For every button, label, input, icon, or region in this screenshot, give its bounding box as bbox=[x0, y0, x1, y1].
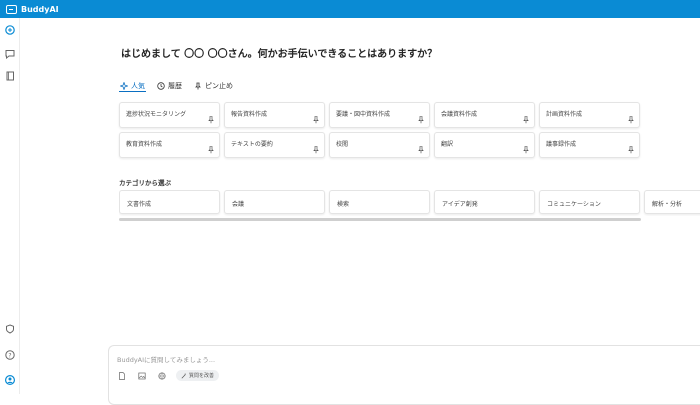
input-toolbar: 質問を改善 bbox=[118, 370, 220, 381]
pin-icon[interactable] bbox=[418, 146, 424, 154]
prompt-card[interactable]: 教育資料作成 bbox=[119, 132, 220, 158]
pin-icon[interactable] bbox=[208, 116, 214, 124]
tab-popular-label: 人気 bbox=[131, 81, 145, 90]
new-chat-icon[interactable] bbox=[5, 25, 15, 35]
pin-icon[interactable] bbox=[208, 146, 214, 154]
pin-icon bbox=[195, 82, 201, 90]
pin-icon[interactable] bbox=[418, 116, 424, 124]
tab-pinned[interactable]: ピン止め bbox=[193, 80, 234, 92]
magic-wand-icon bbox=[181, 373, 186, 378]
tab-history[interactable]: 履歴 bbox=[156, 80, 183, 92]
prompt-card-label: 教育資料作成 bbox=[126, 141, 163, 148]
prompt-card-label: テキストの要約 bbox=[231, 141, 273, 148]
prompt-card[interactable]: 校閲 bbox=[329, 132, 430, 158]
prompt-card-grid: 進捗状況モニタリング 報告資料作成 要議・図中資料作成 会議資料作成 計画資料作… bbox=[119, 102, 641, 158]
user-avatar-icon[interactable] bbox=[5, 375, 15, 385]
category-section-title: カテゴリから選ぶ bbox=[119, 179, 171, 187]
pin-icon[interactable] bbox=[523, 116, 529, 124]
sidebar: ? bbox=[0, 18, 20, 394]
improve-question-label: 質問を改善 bbox=[189, 373, 215, 379]
prompt-card-label: 議事録作成 bbox=[546, 141, 577, 148]
prompt-card[interactable]: 計画資料作成 bbox=[539, 102, 640, 128]
history-icon bbox=[157, 82, 165, 90]
greeting-text: はじめまして 〇〇 〇〇さん。何かお手伝いできることはありますか？ bbox=[121, 49, 438, 60]
tab-history-label: 履歴 bbox=[168, 82, 182, 90]
app-header: BuddyAI bbox=[0, 0, 700, 18]
tab-popular[interactable]: 人気 bbox=[119, 80, 146, 92]
category-item[interactable]: 文書作成 bbox=[119, 190, 220, 214]
shield-icon[interactable] bbox=[5, 324, 15, 334]
pin-icon[interactable] bbox=[628, 116, 634, 124]
prompt-card[interactable]: 議事録作成 bbox=[539, 132, 640, 158]
prompt-card[interactable]: 会議資料作成 bbox=[434, 102, 535, 128]
category-row: 文書作成 会議 検索 アイデア創発 コミュニケーション 解析・分析 bbox=[119, 190, 700, 216]
attach-file-icon[interactable] bbox=[118, 371, 126, 380]
category-item[interactable]: 会議 bbox=[224, 190, 325, 214]
prompt-card[interactable]: 要議・図中資料作成 bbox=[329, 102, 430, 128]
globe-icon[interactable] bbox=[158, 371, 166, 380]
category-scrollbar[interactable] bbox=[119, 218, 641, 221]
prompt-card-label: 校閲 bbox=[336, 141, 349, 148]
prompt-card-label: 会議資料作成 bbox=[441, 111, 478, 118]
book-icon[interactable] bbox=[5, 71, 15, 81]
main-panel: はじめまして 〇〇 〇〇さん。何かお手伝いできることはありますか？ 人気 履歴 … bbox=[20, 18, 700, 405]
prompt-tabs: 人気 履歴 ピン止め bbox=[119, 80, 234, 92]
help-icon[interactable]: ? bbox=[5, 350, 15, 360]
prompt-card-label: 進捗状況モニタリング bbox=[126, 111, 187, 118]
prompt-card-label: 翻訳 bbox=[441, 141, 454, 148]
prompt-card[interactable]: 報告資料作成 bbox=[224, 102, 325, 128]
prompt-card-label: 報告資料作成 bbox=[231, 111, 268, 118]
improve-question-chip[interactable]: 質問を改善 bbox=[176, 370, 220, 381]
category-item[interactable]: 解析・分析 bbox=[644, 190, 700, 214]
category-item[interactable]: アイデア創発 bbox=[434, 190, 535, 214]
pin-icon[interactable] bbox=[313, 116, 319, 124]
svg-text:?: ? bbox=[8, 352, 11, 359]
pin-icon[interactable] bbox=[313, 146, 319, 154]
app-logo-icon bbox=[6, 4, 17, 14]
prompt-card-label: 要議・図中資料作成 bbox=[336, 111, 391, 118]
chat-input-placeholder[interactable]: BuddyAIに質問してみましょう... bbox=[117, 354, 215, 364]
category-item[interactable]: コミュニケーション bbox=[539, 190, 640, 214]
sparkle-icon bbox=[120, 81, 128, 90]
prompt-card[interactable]: 進捗状況モニタリング bbox=[119, 102, 220, 128]
chat-input-box[interactable]: BuddyAIに質問してみましょう... 質問を改善 bbox=[108, 345, 700, 405]
image-icon[interactable] bbox=[138, 372, 146, 380]
app-title: BuddyAI bbox=[21, 4, 59, 14]
pin-icon[interactable] bbox=[628, 146, 634, 154]
prompt-card[interactable]: テキストの要約 bbox=[224, 132, 325, 158]
chat-history-icon[interactable] bbox=[5, 49, 15, 59]
pin-icon[interactable] bbox=[523, 146, 529, 154]
tab-pinned-label: ピン止め bbox=[205, 82, 233, 90]
category-item[interactable]: 検索 bbox=[329, 190, 430, 214]
prompt-card-label: 計画資料作成 bbox=[546, 111, 583, 118]
prompt-card[interactable]: 翻訳 bbox=[434, 132, 535, 158]
